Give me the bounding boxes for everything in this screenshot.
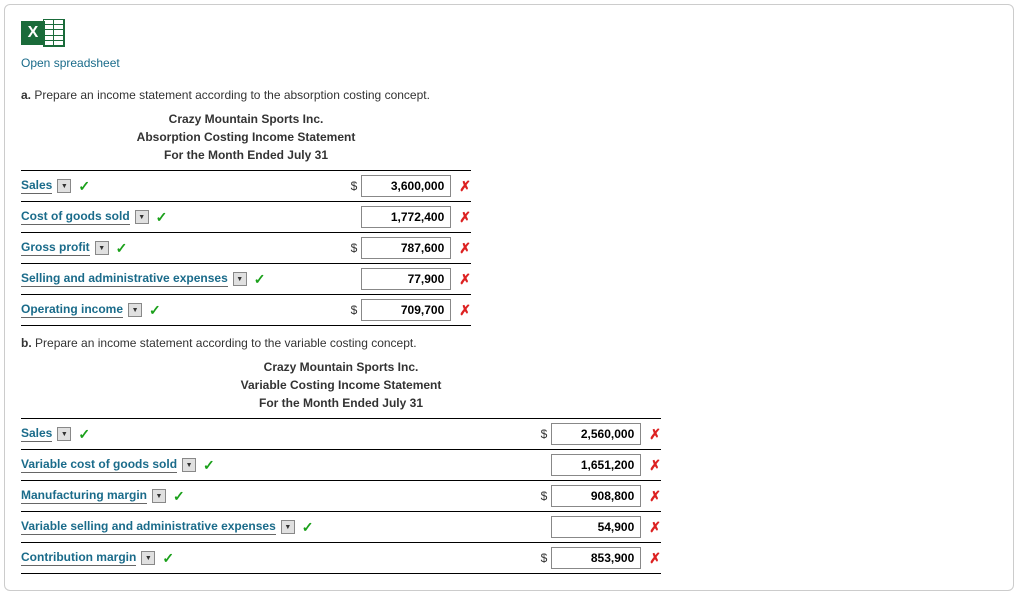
- check-icon: ✓: [203, 457, 215, 474]
- statement-type-b: Variable Costing Income Statement: [21, 376, 661, 394]
- row-label-dropdown[interactable]: Contribution margin: [21, 550, 136, 566]
- check-icon: ✓: [173, 488, 185, 505]
- chevron-down-icon[interactable]: ▼: [128, 303, 142, 317]
- table-row: Variable cost of goods sold ▼ ✓ ✗: [21, 450, 661, 481]
- check-icon: ✓: [78, 426, 90, 443]
- chevron-down-icon[interactable]: ▼: [95, 241, 109, 255]
- table-row: Gross profit ▼ ✓ $ ✗: [21, 233, 471, 264]
- dollar-sign: $: [535, 551, 547, 565]
- table-row: Variable selling and administrative expe…: [21, 512, 661, 543]
- question-a-text: a. Prepare an income statement according…: [21, 88, 997, 102]
- check-icon: ✓: [302, 519, 314, 536]
- x-mark-icon: ✗: [649, 426, 661, 443]
- check-icon: ✓: [162, 550, 174, 567]
- value-input[interactable]: [361, 206, 451, 228]
- question-b-text: b. Prepare an income statement according…: [21, 336, 997, 350]
- row-label-dropdown[interactable]: Selling and administrative expenses: [21, 271, 228, 287]
- chevron-down-icon[interactable]: ▼: [141, 551, 155, 565]
- dollar-sign: $: [535, 427, 547, 441]
- x-mark-icon: ✗: [649, 550, 661, 567]
- x-mark-icon: ✗: [459, 240, 471, 257]
- check-icon: ✓: [78, 178, 90, 195]
- dollar-sign: $: [345, 179, 357, 193]
- row-label-dropdown[interactable]: Cost of goods sold: [21, 209, 130, 225]
- value-input[interactable]: [361, 175, 451, 197]
- table-row: Selling and administrative expenses ▼ ✓ …: [21, 264, 471, 295]
- table-row: Manufacturing margin ▼ ✓ $ ✗: [21, 481, 661, 512]
- chevron-down-icon[interactable]: ▼: [57, 427, 71, 441]
- x-mark-icon: ✗: [649, 457, 661, 474]
- row-label-dropdown[interactable]: Operating income: [21, 302, 123, 318]
- value-input[interactable]: [361, 299, 451, 321]
- statement-b-table: Sales ▼ ✓ $ ✗ Variable cost of goods sol…: [21, 418, 661, 574]
- check-icon: ✓: [149, 302, 161, 319]
- table-row: Operating income ▼ ✓ $ ✗: [21, 295, 471, 326]
- table-row: Sales ▼ ✓ $ ✗: [21, 419, 661, 450]
- company-name-a: Crazy Mountain Sports Inc.: [21, 110, 471, 128]
- value-input[interactable]: [551, 454, 641, 476]
- statement-a-header: Crazy Mountain Sports Inc. Absorption Co…: [21, 110, 471, 164]
- x-mark-icon: ✗: [459, 209, 471, 226]
- value-input[interactable]: [551, 423, 641, 445]
- value-input[interactable]: [551, 516, 641, 538]
- row-label-dropdown[interactable]: Variable cost of goods sold: [21, 457, 177, 473]
- excel-icon: X: [21, 19, 65, 49]
- x-mark-icon: ✗: [459, 178, 471, 195]
- table-row: Cost of goods sold ▼ ✓ ✗: [21, 202, 471, 233]
- question-b-prompt: Prepare an income statement according to…: [35, 336, 417, 350]
- period-a: For the Month Ended July 31: [21, 146, 471, 164]
- row-label-dropdown[interactable]: Variable selling and administrative expe…: [21, 519, 276, 535]
- check-icon: ✓: [156, 209, 168, 226]
- table-row: Contribution margin ▼ ✓ $ ✗: [21, 543, 661, 574]
- chevron-down-icon[interactable]: ▼: [281, 520, 295, 534]
- chevron-down-icon[interactable]: ▼: [152, 489, 166, 503]
- value-input[interactable]: [551, 485, 641, 507]
- x-mark-icon: ✗: [649, 488, 661, 505]
- question-a-letter: a.: [21, 88, 31, 102]
- statement-type-a: Absorption Costing Income Statement: [21, 128, 471, 146]
- check-icon: ✓: [254, 271, 266, 288]
- row-label-dropdown[interactable]: Gross profit: [21, 240, 90, 256]
- row-label-dropdown[interactable]: Sales: [21, 178, 52, 194]
- row-label-dropdown[interactable]: Manufacturing margin: [21, 488, 147, 504]
- chevron-down-icon[interactable]: ▼: [233, 272, 247, 286]
- chevron-down-icon[interactable]: ▼: [135, 210, 149, 224]
- check-icon: ✓: [116, 240, 128, 257]
- row-label-dropdown[interactable]: Sales: [21, 426, 52, 442]
- open-spreadsheet-link[interactable]: Open spreadsheet: [21, 56, 120, 70]
- dollar-sign: $: [345, 303, 357, 317]
- chevron-down-icon[interactable]: ▼: [182, 458, 196, 472]
- chevron-down-icon[interactable]: ▼: [57, 179, 71, 193]
- period-b: For the Month Ended July 31: [21, 394, 661, 412]
- company-name-b: Crazy Mountain Sports Inc.: [21, 358, 661, 376]
- question-a-prompt: Prepare an income statement according to…: [34, 88, 430, 102]
- value-input[interactable]: [551, 547, 641, 569]
- statement-a-table: Sales ▼ ✓ $ ✗ Cost of goods sold ▼ ✓ ✗: [21, 170, 471, 326]
- x-mark-icon: ✗: [649, 519, 661, 536]
- statement-b-header: Crazy Mountain Sports Inc. Variable Cost…: [21, 358, 661, 412]
- dollar-sign: $: [345, 241, 357, 255]
- document-container: X Open spreadsheet a. Prepare an income …: [4, 4, 1014, 591]
- dollar-sign: $: [535, 489, 547, 503]
- value-input[interactable]: [361, 268, 451, 290]
- value-input[interactable]: [361, 237, 451, 259]
- x-mark-icon: ✗: [459, 302, 471, 319]
- table-row: Sales ▼ ✓ $ ✗: [21, 171, 471, 202]
- x-mark-icon: ✗: [459, 271, 471, 288]
- question-b-letter: b.: [21, 336, 32, 350]
